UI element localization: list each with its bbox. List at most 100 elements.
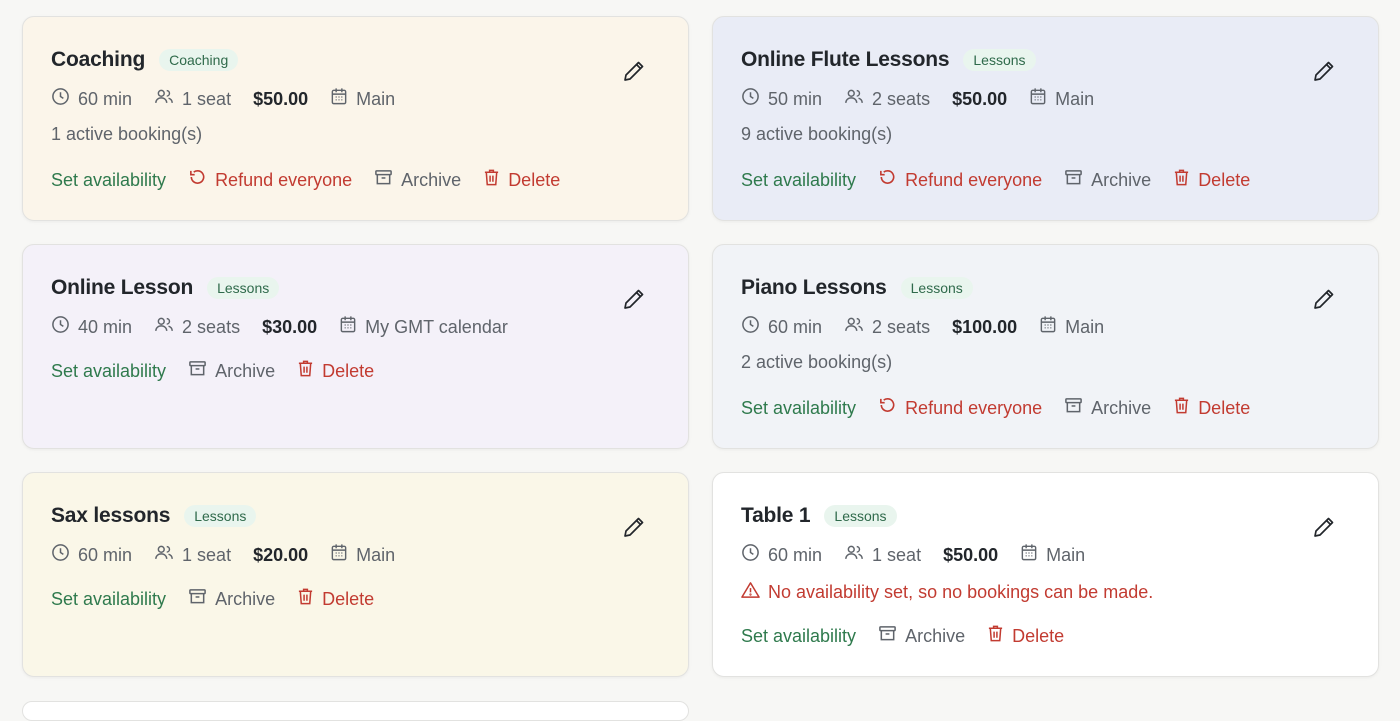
event-title: Online Lesson	[51, 276, 194, 299]
category-badge: Lessons	[824, 505, 897, 527]
active-bookings: 1 active booking(s)	[51, 124, 203, 144]
archive-button[interactable]: Archive	[374, 168, 461, 192]
users-icon	[844, 315, 872, 339]
archive-icon	[1064, 168, 1091, 192]
event-type-card: Piano Lessons Lessons 60 min 2 seats $100.00…	[712, 244, 1379, 449]
category-badge: Lessons	[184, 505, 257, 527]
set-availability-link[interactable]: Set availability	[51, 170, 166, 191]
delete-button[interactable]: Delete	[297, 587, 374, 611]
card-header: Online Flute Lessons Lessons	[741, 45, 1350, 75]
users-icon	[844, 87, 872, 111]
card-header: Sax lessons Lessons	[51, 501, 660, 531]
calendar-name: My GMT calendar	[365, 316, 508, 337]
trash-icon	[987, 624, 1012, 648]
price: $100.00	[952, 316, 1018, 337]
clock-icon	[51, 87, 78, 111]
refund-everyone-button[interactable]: Refund everyone	[878, 396, 1042, 420]
archive-icon	[878, 624, 905, 648]
seats: 2 seats	[182, 316, 241, 337]
edit-pencil-icon[interactable]	[622, 59, 646, 83]
event-title: Sax lessons	[51, 504, 171, 527]
event-title: Table 1	[741, 504, 811, 527]
refund-icon	[188, 168, 215, 192]
edit-pencil-icon[interactable]	[1312, 515, 1336, 539]
set-availability-link[interactable]: Set availability	[741, 170, 856, 191]
calendar-icon	[330, 87, 356, 111]
calendar-name: Main	[1046, 544, 1086, 565]
event-meta: 60 min 1 seat $50.00 Main	[741, 543, 1350, 567]
duration: 60 min	[768, 544, 823, 565]
event-meta: 50 min 2 seats $50.00 Main	[741, 87, 1350, 111]
archive-button[interactable]: Archive	[188, 359, 275, 383]
event-title: Online Flute Lessons	[741, 48, 950, 71]
event-title: Piano Lessons	[741, 276, 887, 299]
delete-button[interactable]: Delete	[987, 624, 1064, 648]
refund-everyone-button[interactable]: Refund everyone	[188, 168, 352, 192]
card-actions: Set availability Refund everyone Archive De…	[51, 167, 660, 193]
event-type-card: Sax lessons Lessons 60 min 1 seat $20.00 Main…	[22, 472, 689, 677]
archive-icon	[1064, 396, 1091, 420]
seats: 1 seat	[182, 544, 232, 565]
trash-icon	[1173, 396, 1198, 420]
active-bookings: 9 active booking(s)	[741, 124, 893, 144]
category-badge: Lessons	[900, 277, 973, 299]
event-type-card: Table 1 Lessons 60 min 1 seat $50.00 Main No a…	[712, 472, 1379, 677]
card-header: Online Lesson Lessons	[51, 273, 660, 303]
card-actions: Set availability Refund everyone Archive De…	[741, 167, 1350, 193]
users-icon	[154, 543, 182, 567]
archive-icon	[188, 359, 215, 383]
warning-icon	[741, 581, 768, 604]
delete-button[interactable]: Delete	[483, 168, 560, 192]
refund-label: Refund everyone	[215, 169, 353, 190]
calendar-name: Main	[356, 544, 396, 565]
card-header: Piano Lessons Lessons	[741, 273, 1350, 303]
archive-label: Archive	[401, 169, 462, 190]
set-availability-link[interactable]: Set availability	[741, 626, 856, 647]
card-actions: Set availability Archive Delete	[741, 623, 1350, 649]
delete-button[interactable]: Delete	[1173, 396, 1250, 420]
duration: 50 min	[768, 88, 823, 109]
price: $50.00	[253, 88, 309, 109]
archive-label: Archive	[1091, 169, 1152, 190]
calendar-name: Main	[356, 88, 396, 109]
set-availability-link[interactable]: Set availability	[51, 589, 166, 610]
archive-button[interactable]: Archive	[1064, 168, 1151, 192]
refund-everyone-button[interactable]: Refund everyone	[878, 168, 1042, 192]
delete-button[interactable]: Delete	[297, 359, 374, 383]
delete-button[interactable]: Delete	[1173, 168, 1250, 192]
clock-icon	[51, 315, 78, 339]
no-availability-warning: No availability set, so no bookings can …	[741, 580, 1350, 604]
event-type-card: Online Lesson Lessons 40 min 2 seats $30.00 M…	[22, 244, 689, 449]
set-availability-link[interactable]: Set availability	[51, 361, 166, 382]
edit-pencil-icon[interactable]	[622, 287, 646, 311]
warning-text: No availability set, so no bookings can …	[768, 581, 1154, 602]
calendar-icon	[1020, 543, 1046, 567]
archive-label: Archive	[905, 625, 966, 646]
seats: 1 seat	[872, 544, 922, 565]
trash-icon	[1173, 168, 1198, 192]
refund-icon	[878, 168, 905, 192]
event-type-card: Coaching Coaching 60 min 1 seat $50.00 Main 1 …	[22, 16, 689, 221]
clock-icon	[741, 87, 768, 111]
archive-label: Archive	[215, 588, 276, 609]
delete-label: Delete	[322, 588, 375, 609]
clock-icon	[51, 543, 78, 567]
archive-button[interactable]: Archive	[1064, 396, 1151, 420]
event-meta: 60 min 1 seat $20.00 Main	[51, 543, 660, 567]
delete-label: Delete	[1012, 625, 1065, 646]
price: $20.00	[253, 544, 309, 565]
trash-icon	[483, 168, 508, 192]
event-meta: 60 min 1 seat $50.00 Main	[51, 87, 660, 111]
set-availability-link[interactable]: Set availability	[741, 398, 856, 419]
trash-icon	[297, 587, 322, 611]
archive-button[interactable]: Archive	[878, 624, 965, 648]
category-badge: Coaching	[159, 49, 239, 71]
clock-icon	[741, 315, 768, 339]
edit-pencil-icon[interactable]	[1312, 59, 1336, 83]
seats: 1 seat	[182, 88, 232, 109]
calendar-icon	[330, 543, 356, 567]
archive-label: Archive	[215, 360, 276, 381]
edit-pencil-icon[interactable]	[1312, 287, 1336, 311]
archive-button[interactable]: Archive	[188, 587, 275, 611]
edit-pencil-icon[interactable]	[622, 515, 646, 539]
